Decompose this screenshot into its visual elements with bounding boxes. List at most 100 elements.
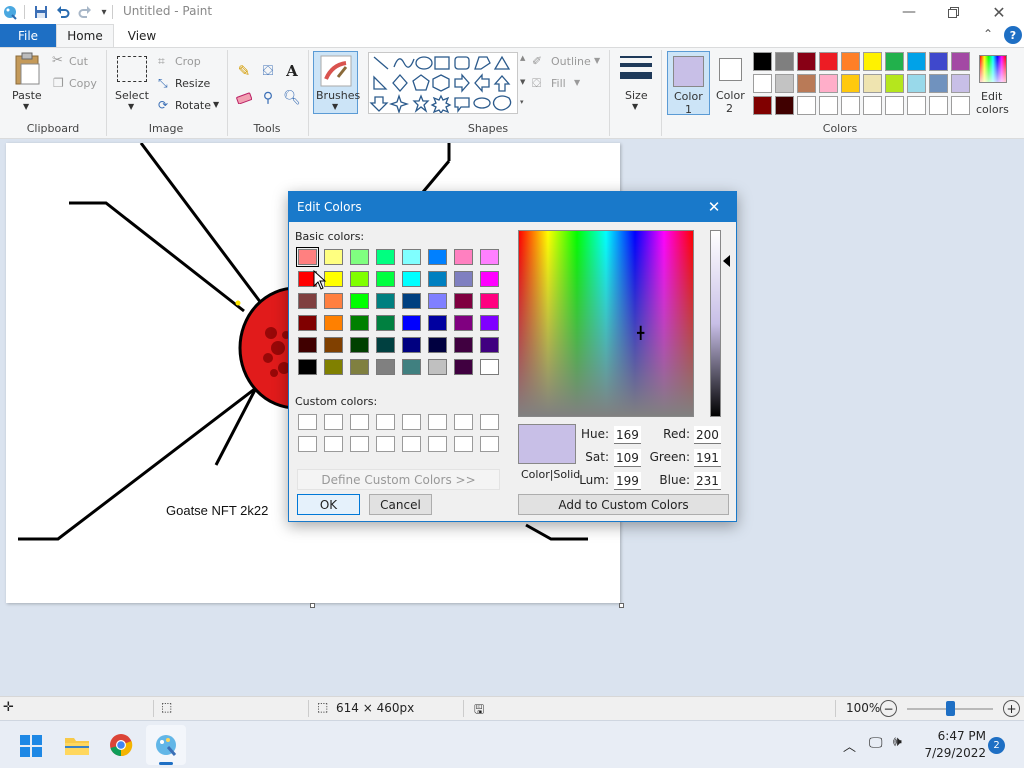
palette-swatch[interactable] [775, 52, 794, 71]
basic-color-swatch[interactable] [428, 359, 447, 375]
hue-field[interactable]: 169 [614, 426, 641, 444]
basic-color-swatch[interactable] [480, 293, 499, 309]
basic-color-swatch[interactable] [324, 249, 343, 265]
text-tool-icon[interactable]: A [282, 61, 302, 81]
basic-color-swatch[interactable] [402, 271, 421, 287]
basic-color-swatch[interactable] [402, 359, 421, 375]
palette-swatch[interactable] [775, 96, 794, 115]
basic-color-swatch[interactable] [402, 337, 421, 353]
palette-swatch[interactable] [797, 52, 816, 71]
zoom-out-button[interactable]: − [880, 700, 897, 717]
basic-color-swatch[interactable] [454, 359, 473, 375]
shapes-scroll[interactable]: ▲ ▼ ▾ [519, 52, 528, 114]
basic-color-swatch[interactable] [298, 315, 317, 331]
palette-swatch[interactable] [753, 96, 772, 115]
customize-quick-access-icon[interactable]: ▾ [96, 4, 112, 20]
custom-color-slot[interactable] [350, 414, 369, 430]
size-button[interactable]: Size ▼ [614, 52, 658, 114]
palette-swatch[interactable] [951, 74, 970, 93]
palette-swatch[interactable] [885, 96, 904, 115]
custom-color-slot[interactable] [428, 414, 447, 430]
select-button[interactable]: Select ▼ [112, 52, 152, 114]
palette-swatch[interactable] [863, 74, 882, 93]
tab-home[interactable]: Home [56, 24, 114, 47]
blue-field[interactable]: 231 [694, 472, 721, 490]
palette-swatch[interactable] [951, 52, 970, 71]
basic-color-swatch[interactable] [402, 249, 421, 265]
help-icon[interactable]: ? [1004, 26, 1022, 44]
basic-color-swatch[interactable] [480, 271, 499, 287]
palette-swatch[interactable] [929, 74, 948, 93]
basic-color-swatch[interactable] [454, 337, 473, 353]
basic-color-swatch[interactable] [350, 271, 369, 287]
outline-dropdown[interactable]: ✐ Outline ▼ [532, 54, 604, 70]
copy-button[interactable]: ❐ Copy [52, 76, 104, 92]
crop-button[interactable]: ⌗ Crop [158, 54, 218, 70]
pencil-icon[interactable]: ✎ [234, 61, 254, 81]
cancel-button[interactable]: Cancel [369, 494, 432, 515]
close-window-button[interactable]: ✕ [976, 0, 1022, 24]
zoom-in-button[interactable]: + [1003, 700, 1020, 717]
basic-color-swatch[interactable] [376, 249, 395, 265]
basic-color-swatch[interactable] [428, 315, 447, 331]
lum-field[interactable]: 199 [614, 472, 641, 490]
volume-icon[interactable]: 🕪︎ [893, 734, 902, 750]
custom-color-slot[interactable] [298, 414, 317, 430]
palette-swatch[interactable] [907, 52, 926, 71]
color-picker-icon[interactable]: ⚲ [258, 88, 278, 108]
dialog-close-button[interactable]: ✕ [704, 197, 724, 217]
palette-swatch[interactable] [775, 74, 794, 93]
color1-button[interactable]: Color 1 [667, 51, 710, 116]
palette-swatch[interactable] [841, 96, 860, 115]
basic-color-swatch[interactable] [454, 293, 473, 309]
palette-swatch[interactable] [753, 52, 772, 71]
tab-file[interactable]: File [0, 24, 56, 47]
palette-swatch[interactable] [885, 52, 904, 71]
basic-color-swatch[interactable] [480, 337, 499, 353]
basic-color-swatch[interactable] [454, 271, 473, 287]
edit-colors-button[interactable]: Edit colors [975, 52, 1011, 116]
custom-color-slot[interactable] [480, 436, 499, 452]
maximize-button[interactable] [930, 0, 976, 24]
chrome-button[interactable] [109, 733, 133, 760]
custom-color-slot[interactable] [350, 436, 369, 452]
palette-swatch[interactable] [863, 96, 882, 115]
color-spectrum[interactable]: ╋ [518, 230, 694, 417]
ok-button[interactable]: OK [297, 494, 360, 515]
basic-color-swatch[interactable] [376, 271, 395, 287]
basic-color-swatch[interactable] [454, 315, 473, 331]
basic-color-swatch[interactable] [428, 249, 447, 265]
file-explorer-button[interactable] [64, 734, 90, 759]
custom-color-slot[interactable] [454, 414, 473, 430]
collapse-ribbon-icon[interactable]: ⌃ [983, 27, 1001, 45]
chevron-down-icon[interactable]: ▼ [520, 78, 525, 86]
custom-color-slot[interactable] [376, 414, 395, 430]
basic-color-swatch[interactable] [376, 293, 395, 309]
custom-color-slot[interactable] [480, 414, 499, 430]
custom-color-slot[interactable] [298, 436, 317, 452]
palette-swatch[interactable] [819, 52, 838, 71]
eraser-icon[interactable] [234, 88, 254, 108]
basic-color-swatch[interactable] [480, 249, 499, 265]
palette-swatch[interactable] [907, 96, 926, 115]
basic-color-swatch[interactable] [428, 337, 447, 353]
sat-field[interactable]: 109 [614, 449, 641, 467]
paint-app-icon[interactable] [2, 4, 18, 20]
basic-color-swatch[interactable] [350, 337, 369, 353]
custom-color-slot[interactable] [402, 436, 421, 452]
palette-swatch[interactable] [753, 74, 772, 93]
custom-color-slot[interactable] [402, 414, 421, 430]
add-to-custom-colors-button[interactable]: Add to Custom Colors [518, 494, 729, 515]
basic-color-swatch[interactable] [296, 247, 319, 267]
fill-dropdown[interactable]: ⛋ Fill ▼ [532, 76, 604, 92]
custom-color-slot[interactable] [454, 436, 473, 452]
green-field[interactable]: 191 [694, 449, 721, 467]
basic-color-swatch[interactable] [324, 293, 343, 309]
custom-color-slot[interactable] [324, 414, 343, 430]
basic-color-swatch[interactable] [298, 293, 317, 309]
custom-color-slot[interactable] [376, 436, 395, 452]
redo-icon[interactable] [77, 4, 93, 20]
clock-date[interactable]: 7/29/2022 [918, 746, 986, 760]
basic-color-swatch[interactable] [350, 315, 369, 331]
basic-color-swatch[interactable] [350, 359, 369, 375]
